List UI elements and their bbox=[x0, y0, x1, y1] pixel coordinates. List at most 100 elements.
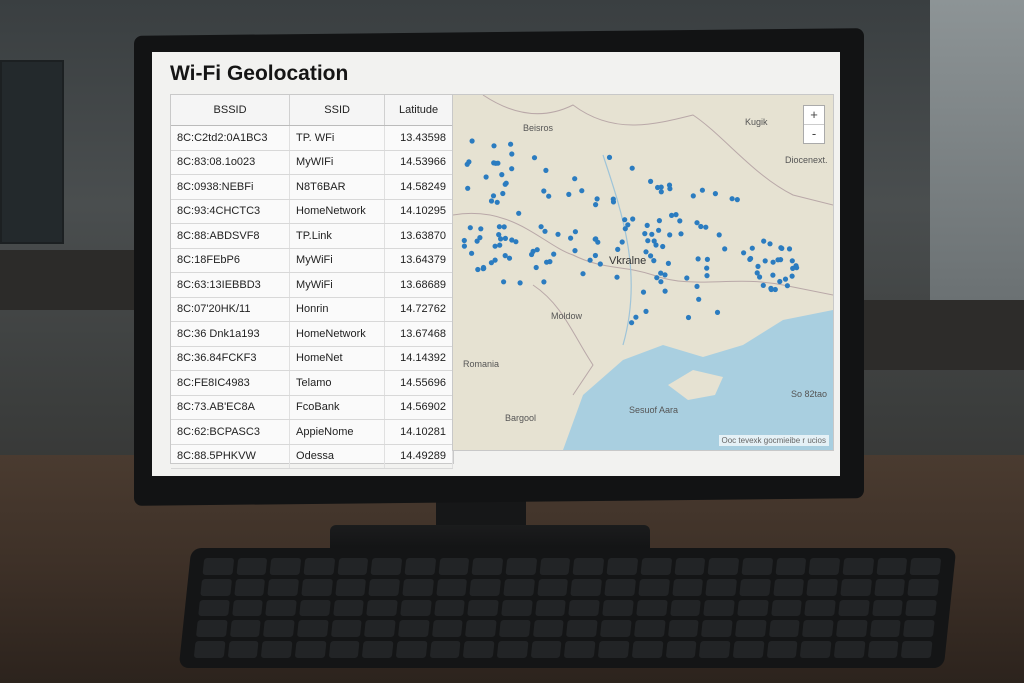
wifi-point-marker[interactable] bbox=[465, 185, 471, 191]
wifi-point-marker[interactable] bbox=[551, 251, 557, 257]
wifi-point-marker[interactable] bbox=[782, 276, 789, 282]
wifi-point-marker[interactable] bbox=[762, 258, 768, 264]
wifi-point-marker[interactable] bbox=[466, 159, 472, 165]
wifi-point-marker[interactable] bbox=[645, 238, 651, 244]
column-header-latitude[interactable]: Latitude bbox=[384, 95, 453, 126]
wifi-point-marker[interactable] bbox=[506, 255, 513, 261]
wifi-point-marker[interactable] bbox=[770, 272, 776, 278]
wifi-point-marker[interactable] bbox=[684, 275, 690, 281]
wifi-point-marker[interactable] bbox=[592, 252, 598, 259]
wifi-point-marker[interactable] bbox=[529, 251, 535, 258]
wifi-point-marker[interactable] bbox=[662, 272, 668, 278]
wifi-point-marker[interactable] bbox=[615, 246, 621, 252]
zoom-in-button[interactable]: + bbox=[804, 106, 824, 125]
wifi-point-marker[interactable] bbox=[678, 231, 684, 237]
wifi-point-marker[interactable] bbox=[658, 184, 664, 190]
wifi-point-marker[interactable] bbox=[503, 180, 509, 186]
wifi-point-marker[interactable] bbox=[770, 259, 776, 265]
wifi-point-marker[interactable] bbox=[789, 258, 795, 264]
wifi-point-marker[interactable] bbox=[501, 279, 507, 285]
wifi-point-marker[interactable] bbox=[483, 174, 489, 180]
wifi-point-marker[interactable] bbox=[541, 279, 547, 285]
wifi-point-marker[interactable] bbox=[722, 246, 728, 252]
wifi-point-marker[interactable] bbox=[580, 271, 586, 277]
wifi-point-marker[interactable] bbox=[594, 196, 600, 202]
wifi-point-marker[interactable] bbox=[493, 160, 499, 166]
table-row[interactable]: 8C:FE8IC4983 Telamo 14.55696 bbox=[171, 370, 453, 396]
wifi-point-marker[interactable] bbox=[749, 245, 755, 251]
wifi-point-marker[interactable] bbox=[467, 225, 473, 231]
wifi-point-marker[interactable] bbox=[640, 289, 647, 295]
wifi-point-marker[interactable] bbox=[587, 257, 593, 263]
wifi-point-marker[interactable] bbox=[566, 191, 572, 197]
map-attribution[interactable]: Ooc tevexk gocmieibe r ucios bbox=[718, 435, 829, 446]
wifi-point-marker[interactable] bbox=[775, 257, 781, 263]
wifi-point-marker[interactable] bbox=[779, 245, 785, 251]
wifi-point-marker[interactable] bbox=[760, 282, 766, 288]
wifi-point-marker[interactable] bbox=[696, 296, 702, 302]
table-row[interactable]: 8C:88:ABDSVF8 TP.Link 13.63870 bbox=[171, 223, 453, 249]
wifi-point-marker[interactable] bbox=[714, 309, 721, 315]
wifi-point-marker[interactable] bbox=[694, 220, 700, 226]
wifi-point-marker[interactable] bbox=[658, 279, 664, 285]
wifi-point-marker[interactable] bbox=[790, 265, 796, 271]
wifi-point-marker[interactable] bbox=[698, 223, 704, 230]
wifi-point-marker[interactable] bbox=[497, 242, 503, 248]
table-row[interactable]: 8C:07'20HK/11 Honrin 14.72762 bbox=[171, 297, 453, 322]
wifi-point-marker[interactable] bbox=[656, 218, 662, 224]
wifi-point-marker[interactable] bbox=[667, 232, 673, 238]
wifi-point-marker[interactable] bbox=[642, 231, 648, 237]
table-row[interactable]: 8C:63:13IEBBD3 MyWiFi 13.68689 bbox=[171, 272, 453, 298]
wifi-point-marker[interactable] bbox=[648, 253, 654, 259]
map-view[interactable]: Beisros Kugik Diocenext. Vkralne Moldow … bbox=[452, 94, 834, 451]
table-row[interactable]: 8C:36.84FCKF3 HomeNet 14.14392 bbox=[171, 346, 453, 371]
wifi-point-marker[interactable] bbox=[488, 198, 495, 204]
wifi-point-marker[interactable] bbox=[685, 314, 692, 321]
wifi-point-marker[interactable] bbox=[704, 273, 710, 279]
table-row[interactable]: 8C:73.AB'EC8A FcoBank 14.56902 bbox=[171, 395, 453, 420]
wifi-point-marker[interactable] bbox=[619, 239, 625, 245]
wifi-point-marker[interactable] bbox=[630, 216, 636, 222]
wifi-point-marker[interactable] bbox=[741, 250, 747, 256]
wifi-point-marker[interactable] bbox=[502, 235, 508, 241]
wifi-point-marker[interactable] bbox=[597, 261, 603, 267]
wifi-point-marker[interactable] bbox=[643, 249, 649, 255]
wifi-point-marker[interactable] bbox=[669, 212, 675, 218]
wifi-point-marker[interactable] bbox=[490, 193, 497, 199]
wifi-point-marker[interactable] bbox=[704, 256, 710, 262]
table-row[interactable]: 8C:93:4CHCTC3 HomeNetwork 14.10295 bbox=[171, 199, 453, 224]
wifi-point-marker[interactable] bbox=[666, 182, 673, 188]
wifi-point-marker[interactable] bbox=[699, 187, 705, 193]
wifi-point-marker[interactable] bbox=[478, 226, 484, 232]
wifi-point-marker[interactable] bbox=[648, 178, 654, 184]
wifi-point-marker[interactable] bbox=[499, 172, 505, 178]
wifi-point-marker[interactable] bbox=[660, 243, 666, 250]
wifi-point-marker[interactable] bbox=[784, 283, 790, 289]
wifi-point-marker[interactable] bbox=[614, 274, 620, 280]
table-row[interactable]: 8C:18FEbP6 MyWiFi 13.64379 bbox=[171, 248, 453, 273]
wifi-point-marker[interactable] bbox=[461, 243, 467, 249]
wifi-point-marker[interactable] bbox=[629, 320, 635, 326]
wifi-point-marker[interactable] bbox=[593, 202, 599, 208]
wifi-point-marker[interactable] bbox=[622, 217, 628, 223]
wifi-point-marker[interactable] bbox=[572, 176, 578, 182]
wifi-point-marker[interactable] bbox=[534, 247, 540, 253]
wifi-point-marker[interactable] bbox=[768, 286, 774, 293]
table-row[interactable]: 8C:88.5PHKVW Odessa 14.49289 bbox=[171, 444, 453, 469]
wifi-point-marker[interactable] bbox=[673, 212, 679, 218]
wifi-point-marker[interactable] bbox=[654, 275, 660, 281]
wifi-point-marker[interactable] bbox=[500, 190, 506, 197]
wifi-point-marker[interactable] bbox=[492, 243, 498, 249]
wifi-point-marker[interactable] bbox=[662, 288, 668, 294]
wifi-point-marker[interactable] bbox=[531, 155, 538, 161]
wifi-point-marker[interactable] bbox=[541, 188, 547, 194]
wifi-point-marker[interactable] bbox=[653, 242, 659, 248]
wifi-point-marker[interactable] bbox=[651, 258, 657, 264]
column-header-bssid[interactable]: BSSID bbox=[171, 95, 291, 126]
wifi-point-marker[interactable] bbox=[694, 283, 700, 289]
wifi-point-marker[interactable] bbox=[592, 236, 598, 242]
wifi-point-marker[interactable] bbox=[579, 188, 585, 194]
wifi-point-marker[interactable] bbox=[461, 237, 467, 244]
wifi-point-marker[interactable] bbox=[704, 265, 710, 271]
wifi-point-marker[interactable] bbox=[643, 308, 649, 314]
